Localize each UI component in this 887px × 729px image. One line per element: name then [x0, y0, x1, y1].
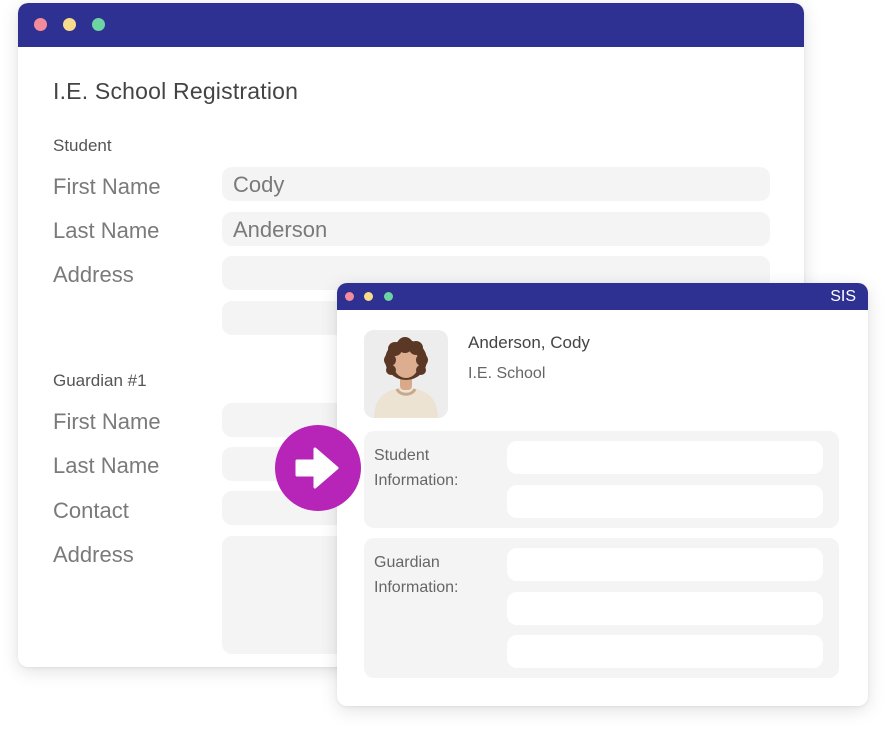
guardian-info-label-line1: Guardian — [374, 554, 440, 571]
student-info-label: Student Information: — [374, 443, 494, 493]
profile-school: I.E. School — [468, 365, 546, 382]
student-info-panel: Student Information: — [364, 431, 839, 528]
maximize-dot-icon[interactable] — [384, 292, 393, 301]
student-info-field-1[interactable] — [507, 441, 823, 474]
guardian-info-label-line2: Information: — [374, 579, 459, 596]
guardian-last-name-label: Last Name — [53, 453, 160, 478]
profile-name: Anderson, Cody — [468, 333, 590, 352]
sis-titlebar: SIS — [337, 283, 868, 310]
student-first-name-label: First Name — [53, 174, 161, 199]
student-address-label: Address — [53, 262, 134, 287]
sis-title: SIS — [830, 288, 856, 305]
arrow-right-icon — [295, 447, 339, 489]
student-first-name-field[interactable]: Cody — [222, 167, 770, 201]
student-info-field-2[interactable] — [507, 485, 823, 518]
student-info-label-line2: Information: — [374, 472, 459, 489]
transfer-arrow-button[interactable] — [275, 425, 361, 511]
student-section-label: Student — [53, 136, 112, 155]
person-icon — [374, 337, 438, 418]
guardian-info-label: Guardian Information: — [374, 550, 494, 600]
guardian-address-label: Address — [53, 542, 134, 567]
registration-titlebar — [18, 3, 804, 47]
guardian-info-field-1[interactable] — [507, 548, 823, 581]
student-info-label-line1: Student — [374, 447, 430, 464]
minimize-dot-icon[interactable] — [63, 18, 76, 31]
guardian-contact-label: Contact — [53, 498, 129, 523]
guardian-info-field-3[interactable] — [507, 635, 823, 668]
guardian-info-field-2[interactable] — [507, 592, 823, 625]
guardian-first-name-label: First Name — [53, 409, 161, 434]
sis-window: SIS Anderson, Cody I.E. School Student I… — [337, 283, 868, 706]
maximize-dot-icon[interactable] — [92, 18, 105, 31]
minimize-dot-icon[interactable] — [364, 292, 373, 301]
student-first-name-value: Cody — [233, 172, 285, 197]
close-dot-icon[interactable] — [345, 292, 354, 301]
student-avatar — [364, 330, 448, 418]
student-last-name-value: Anderson — [233, 217, 328, 242]
form-title: I.E. School Registration — [53, 78, 299, 104]
close-dot-icon[interactable] — [34, 18, 47, 31]
guardian-section-label: Guardian #1 — [53, 371, 147, 390]
student-last-name-label: Last Name — [53, 218, 160, 243]
student-last-name-field[interactable]: Anderson — [222, 212, 770, 246]
guardian-info-panel: Guardian Information: — [364, 538, 839, 678]
